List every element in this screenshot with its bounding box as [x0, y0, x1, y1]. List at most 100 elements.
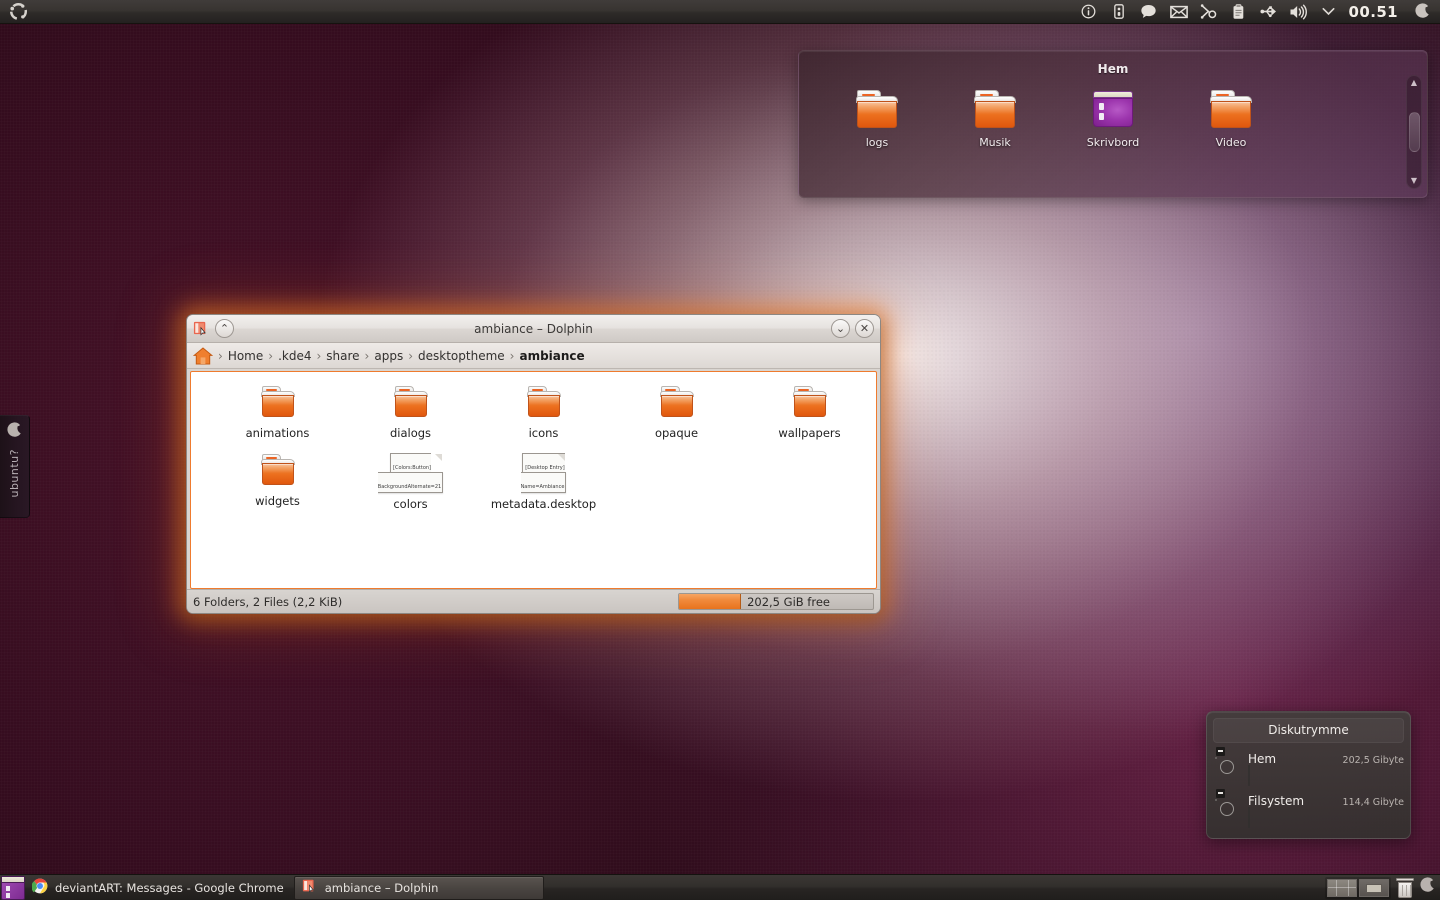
pager[interactable] [1325, 876, 1391, 899]
folder-icon [974, 90, 1016, 128]
diskspace-size: 114,4 Gibyte [1342, 797, 1404, 808]
folderview-item-label: Skrivbord [1086, 136, 1140, 149]
breadcrumb-item-apps[interactable]: apps [372, 348, 405, 364]
chrome-icon [31, 878, 48, 897]
file-item-dialogs[interactable]: dialogs [344, 372, 477, 440]
dolphin-icon [302, 878, 318, 897]
desktop[interactable]: 00.51 ubuntu? Hem logs Musik Skrivbord V… [0, 0, 1440, 900]
file-preview-text: [Desktop Entry] Name=Ambiance [520, 465, 565, 490]
breadcrumb-separator: › [509, 348, 515, 363]
file-name: dialogs [389, 426, 432, 440]
file-item-colors[interactable]: [Colors:Button] BackgroundAlternate=21 c… [344, 440, 477, 511]
plasma-toolbox-cashew-icon[interactable] [1408, 1, 1436, 23]
breadcrumb-item-desktoptheme[interactable]: desktoptheme [416, 348, 507, 364]
folderview-item-video[interactable]: Video [1201, 90, 1261, 149]
folder-icon [856, 90, 898, 128]
scroll-down-arrow-icon[interactable]: ▼ [1411, 177, 1417, 185]
breadcrumb-item-ambiance[interactable]: ambiance [517, 348, 586, 364]
file-name: opaque [654, 426, 699, 440]
status-summary: 6 Folders, 2 Files (2,2 KiB) [193, 594, 343, 609]
file-preview-text: [Colors:Button] BackgroundAlternate=21 [377, 465, 442, 490]
breadcrumb-separator: › [316, 348, 322, 363]
chat-bubble-icon[interactable] [1135, 1, 1163, 23]
pager-desktop-2[interactable] [1359, 878, 1389, 897]
folderview-plasmoid[interactable]: Hem logs Musik Skrivbord Video ▲ ▼ [798, 50, 1428, 198]
file-item-icons[interactable]: icons [477, 372, 610, 440]
desktop-folder-icon [1092, 90, 1134, 128]
taskbar: deviantART: Messages - Google Chrome amb… [0, 874, 1440, 900]
system-tray: 00.51 [1075, 1, 1440, 23]
folderview-item-logs[interactable]: logs [847, 90, 907, 149]
folderview-item-label: Video [1215, 136, 1247, 149]
dolphin-icon [193, 320, 210, 337]
file-item-wallpapers[interactable]: wallpapers [743, 372, 876, 440]
volume-icon[interactable] [1285, 1, 1313, 23]
folderview-item-musik[interactable]: Musik [965, 90, 1025, 149]
hard-disk-icon [1215, 746, 1241, 781]
diskspace-row-hem[interactable]: Hem 202,5 Gibyte [1213, 746, 1404, 786]
keep-above-button[interactable]: ⌃ [215, 319, 234, 338]
hard-disk-icon [1215, 788, 1241, 823]
envelope-icon[interactable] [1165, 1, 1193, 23]
free-space-label: 202,5 GiB free [747, 594, 830, 609]
diskspace-row-filsystem[interactable]: Filsystem 114,4 Gibyte [1213, 788, 1404, 828]
dolphin-titlebar[interactable]: ⌃ ambiance – Dolphin ⌄ ✕ [187, 315, 880, 343]
free-space-meter: 202,5 GiB free [678, 593, 874, 610]
plasma-toolbox-cashew-icon[interactable] [1419, 877, 1436, 898]
text-file-icon: [Desktop Entry] Name=Ambiance [520, 453, 567, 493]
file-name: wallpapers [778, 426, 841, 440]
folder-icon [260, 454, 295, 485]
show-desktop-button[interactable] [1, 875, 25, 900]
diskspace-name: Hem [1248, 752, 1277, 766]
file-item-metadata-desktop[interactable]: [Desktop Entry] Name=Ambiance metadata.d… [477, 440, 610, 511]
usb-device-icon[interactable] [1255, 1, 1283, 23]
folder-icon [1210, 90, 1252, 128]
breadcrumb[interactable]: › Home › .kde4 › share › apps › desktopt… [187, 343, 880, 369]
taskbar-item-chrome[interactable]: deviantART: Messages - Google Chrome [25, 876, 294, 900]
breadcrumb-separator: › [364, 348, 370, 363]
file-item-widgets[interactable]: widgets [211, 440, 344, 511]
shade-button[interactable]: ⌄ [831, 319, 850, 338]
scrollbar-thumb[interactable] [1408, 112, 1420, 152]
breadcrumb-item-home[interactable]: Home [226, 348, 265, 364]
file-row: widgets [Colors:Button] BackgroundAltern… [191, 440, 876, 511]
clock[interactable]: 00.51 [1345, 3, 1406, 21]
folderview-title: Hem [1097, 62, 1129, 76]
info-icon[interactable] [1075, 1, 1103, 23]
clipboard-icon[interactable] [1225, 1, 1253, 23]
ubuntu-logo-icon[interactable] [4, 1, 32, 23]
plasma-toolbox-cashew-icon[interactable] [6, 422, 23, 443]
taskbar-item-dolphin[interactable]: ambiance – Dolphin [293, 875, 544, 900]
diskspace-plasmoid[interactable]: Diskutrymme Hem 202,5 Gibyte Filsystem 1… [1206, 711, 1411, 839]
network-icon[interactable] [1195, 1, 1223, 23]
left-panel-label: ubuntu? [8, 449, 21, 498]
top-panel: 00.51 [0, 0, 1440, 24]
dolphin-window[interactable]: ⌃ ambiance – Dolphin ⌄ ✕ › Home › .kde4 … [186, 314, 881, 614]
diskspace-bar [1248, 765, 1250, 786]
battery-icon[interactable] [1105, 1, 1133, 23]
text-file-icon: [Colors:Button] BackgroundAlternate=21 [377, 453, 444, 493]
folderview-grid: logs Musik Skrivbord Video [799, 76, 1427, 149]
chevron-down-icon[interactable] [1315, 1, 1343, 23]
free-space-fill [679, 594, 742, 609]
dolphin-statusbar: 6 Folders, 2 Files (2,2 KiB) 202,5 GiB f… [187, 589, 880, 613]
breadcrumb-item-share[interactable]: share [324, 348, 361, 364]
breadcrumb-item-kde4[interactable]: .kde4 [276, 348, 313, 364]
trash-icon[interactable] [1395, 877, 1415, 899]
file-view[interactable]: animations dialogs icons opaque wallpape… [190, 371, 877, 589]
home-icon[interactable] [192, 346, 214, 365]
file-name: widgets [255, 494, 300, 508]
folderview-item-skrivbord[interactable]: Skrivbord [1083, 90, 1143, 149]
folderview-item-label: Musik [979, 136, 1011, 149]
file-name: icons [528, 426, 559, 440]
folderview-scrollbar[interactable]: ▲ ▼ [1406, 75, 1422, 189]
file-item-opaque[interactable]: opaque [610, 372, 743, 440]
breadcrumb-separator: › [218, 348, 223, 363]
pager-desktop-1[interactable] [1327, 878, 1357, 897]
taskbar-tray [1325, 876, 1440, 899]
scroll-up-arrow-icon[interactable]: ▲ [1411, 79, 1417, 87]
left-panel[interactable]: ubuntu? [0, 415, 30, 518]
close-button[interactable]: ✕ [855, 319, 874, 338]
file-item-animations[interactable]: animations [211, 372, 344, 440]
folder-icon [526, 386, 561, 417]
